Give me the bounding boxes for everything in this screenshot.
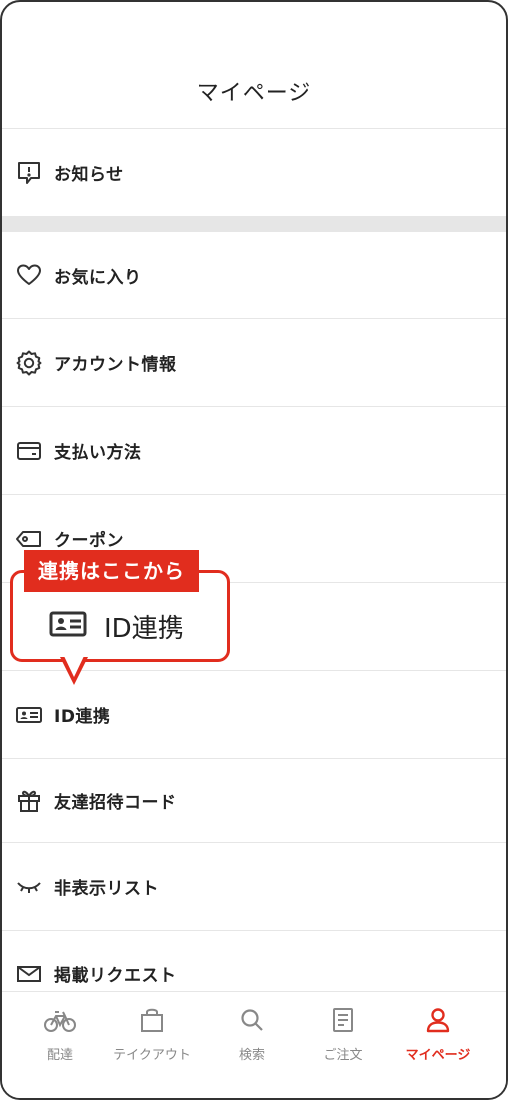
menu-item-label: 非表示リスト — [54, 879, 159, 899]
callout-content[interactable]: ID連携 — [48, 608, 184, 644]
menu-item-label: 支払い方法 — [54, 443, 142, 463]
app-frame: マイページ お知らせ お気に入り アカウント情報 支払い方法 クーポン ID連携… — [0, 0, 508, 1100]
menu-item-invite-code[interactable]: 友達招待コード — [2, 759, 506, 843]
order-list-icon — [295, 1004, 391, 1036]
nav-item-delivery[interactable]: 配達 — [12, 992, 108, 1072]
nav-item-mypage[interactable]: マイページ — [390, 992, 486, 1072]
nav-label: テイクアウト — [113, 1048, 191, 1063]
page-title: マイページ — [196, 81, 312, 106]
callout-label: ID連携 — [104, 613, 184, 644]
menu-item-label: お気に入り — [54, 267, 142, 288]
id-card-icon — [48, 610, 88, 642]
nav-item-search[interactable]: 検索 — [204, 992, 300, 1072]
notification-icon — [14, 160, 44, 186]
nav-item-orders[interactable]: ご注文 — [295, 992, 391, 1072]
bottom-navigation: 配達 テイクアウト 検索 ご注文 マイページ — [2, 991, 506, 1098]
envelope-icon — [14, 961, 44, 987]
menu-item-listing-request[interactable]: 掲載リクエスト — [2, 931, 506, 991]
shopping-bag-icon — [104, 1004, 200, 1036]
menu-item-label: お知らせ — [54, 165, 124, 185]
menu-item-label: 掲載リクエスト — [54, 966, 177, 986]
bicycle-icon — [12, 1004, 108, 1036]
callout-tail-fill — [64, 656, 84, 677]
id-card-icon — [14, 702, 44, 728]
menu-item-label: アカウント情報 — [54, 355, 177, 375]
menu-item-label: クーポン — [54, 531, 124, 551]
section-separator — [2, 216, 506, 232]
gear-icon — [14, 350, 44, 376]
menu-item-notifications[interactable]: お知らせ — [2, 129, 506, 216]
menu-item-payment-method[interactable]: 支払い方法 — [2, 407, 506, 495]
menu-item-label: 友達招待コード — [54, 793, 177, 813]
user-icon — [390, 1004, 486, 1036]
closed-eye-icon — [14, 874, 44, 900]
search-icon — [204, 1004, 300, 1036]
nav-label: ご注文 — [323, 1048, 363, 1063]
menu-item-label: ID連携 — [54, 707, 111, 727]
callout-tag: 連携はここから — [24, 550, 199, 592]
nav-label: 配達 — [46, 1048, 73, 1063]
menu-item-favorites[interactable]: お気に入り — [2, 232, 506, 319]
nav-item-takeout[interactable]: テイクアウト — [104, 992, 200, 1072]
menu-item-account-info[interactable]: アカウント情報 — [2, 319, 506, 407]
nav-label: 検索 — [238, 1048, 265, 1063]
menu-item-hidden-list[interactable]: 非表示リスト — [2, 843, 506, 931]
heart-icon — [14, 262, 44, 288]
nav-label: マイページ — [405, 1048, 471, 1063]
credit-card-icon — [14, 438, 44, 464]
gift-icon — [14, 788, 44, 814]
coupon-tag-icon — [14, 526, 44, 552]
